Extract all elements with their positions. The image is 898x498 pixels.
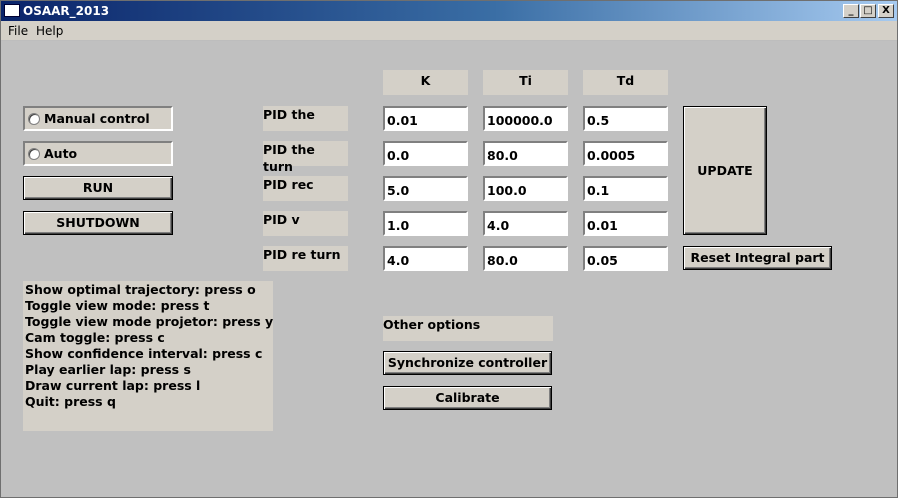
auto-option[interactable]: Auto — [23, 141, 173, 166]
other-options-label: Other options — [383, 316, 553, 341]
maximize-button[interactable]: □ — [860, 4, 876, 18]
help-line: Quit: press q — [25, 394, 116, 409]
close-button[interactable]: X — [878, 4, 894, 18]
pid-the-turn-td-input[interactable] — [583, 141, 668, 166]
pid-v-ti-input[interactable] — [483, 211, 568, 236]
window-title: OSAAR_2013 — [23, 4, 110, 18]
menu-file[interactable]: File — [8, 24, 28, 38]
pid-row-label: PID re turn — [263, 246, 348, 271]
title-bar[interactable]: OSAAR_2013 _ □ X — [1, 1, 897, 21]
pid-re-turn-k-input[interactable] — [383, 246, 468, 271]
app-window: OSAAR_2013 _ □ X File Help Manual contro… — [0, 0, 898, 498]
pid-re-turn-td-input[interactable] — [583, 246, 668, 271]
pid-the-turn-ti-input[interactable] — [483, 141, 568, 166]
pid-re-turn-ti-input[interactable] — [483, 246, 568, 271]
shutdown-button[interactable]: SHUTDOWN — [23, 211, 173, 235]
help-line: Toggle view mode projetor: press y — [25, 314, 274, 329]
minimize-button[interactable]: _ — [843, 4, 859, 18]
help-line: Show confidence interval: press c — [25, 346, 263, 361]
header-td: Td — [583, 70, 668, 95]
pid-rec-k-input[interactable] — [383, 176, 468, 201]
manual-radio[interactable] — [28, 113, 40, 125]
menu-help[interactable]: Help — [36, 24, 63, 38]
help-line: Cam toggle: press c — [25, 330, 165, 345]
run-button[interactable]: RUN — [23, 176, 173, 200]
pid-v-td-input[interactable] — [583, 211, 668, 236]
pid-row-label: PID the — [263, 106, 348, 131]
pid-the-td-input[interactable] — [583, 106, 668, 131]
header-k: K — [383, 70, 468, 95]
auto-radio[interactable] — [28, 148, 40, 160]
help-line: Draw current lap: press l — [25, 378, 201, 393]
update-button[interactable]: UPDATE — [683, 106, 767, 235]
window-icon — [4, 4, 20, 17]
help-line: Play earlier lap: press s — [25, 362, 191, 377]
menu-bar: File Help — [1, 21, 897, 41]
calibrate-button[interactable]: Calibrate — [383, 386, 552, 410]
auto-label: Auto — [44, 146, 78, 161]
pid-row-label: PID rec — [263, 176, 348, 201]
header-ti: Ti — [483, 70, 568, 95]
keyboard-help-panel: Show optimal trajectory: press o Toggle … — [23, 281, 273, 431]
pid-row-label: PID v — [263, 211, 348, 236]
pid-the-ti-input[interactable] — [483, 106, 568, 131]
help-line: Show optimal trajectory: press o — [25, 282, 256, 297]
manual-control-option[interactable]: Manual control — [23, 106, 173, 131]
pid-the-turn-k-input[interactable] — [383, 141, 468, 166]
help-line: Toggle view mode: press t — [25, 298, 210, 313]
reset-integral-button[interactable]: Reset Integral part — [683, 246, 832, 270]
pid-v-k-input[interactable] — [383, 211, 468, 236]
manual-control-label: Manual control — [44, 111, 150, 126]
pid-the-k-input[interactable] — [383, 106, 468, 131]
pid-rec-ti-input[interactable] — [483, 176, 568, 201]
pid-rec-td-input[interactable] — [583, 176, 668, 201]
synchronize-controller-button[interactable]: Synchronize controller — [383, 351, 552, 375]
pid-row-label: PID the turn — [263, 141, 348, 174]
